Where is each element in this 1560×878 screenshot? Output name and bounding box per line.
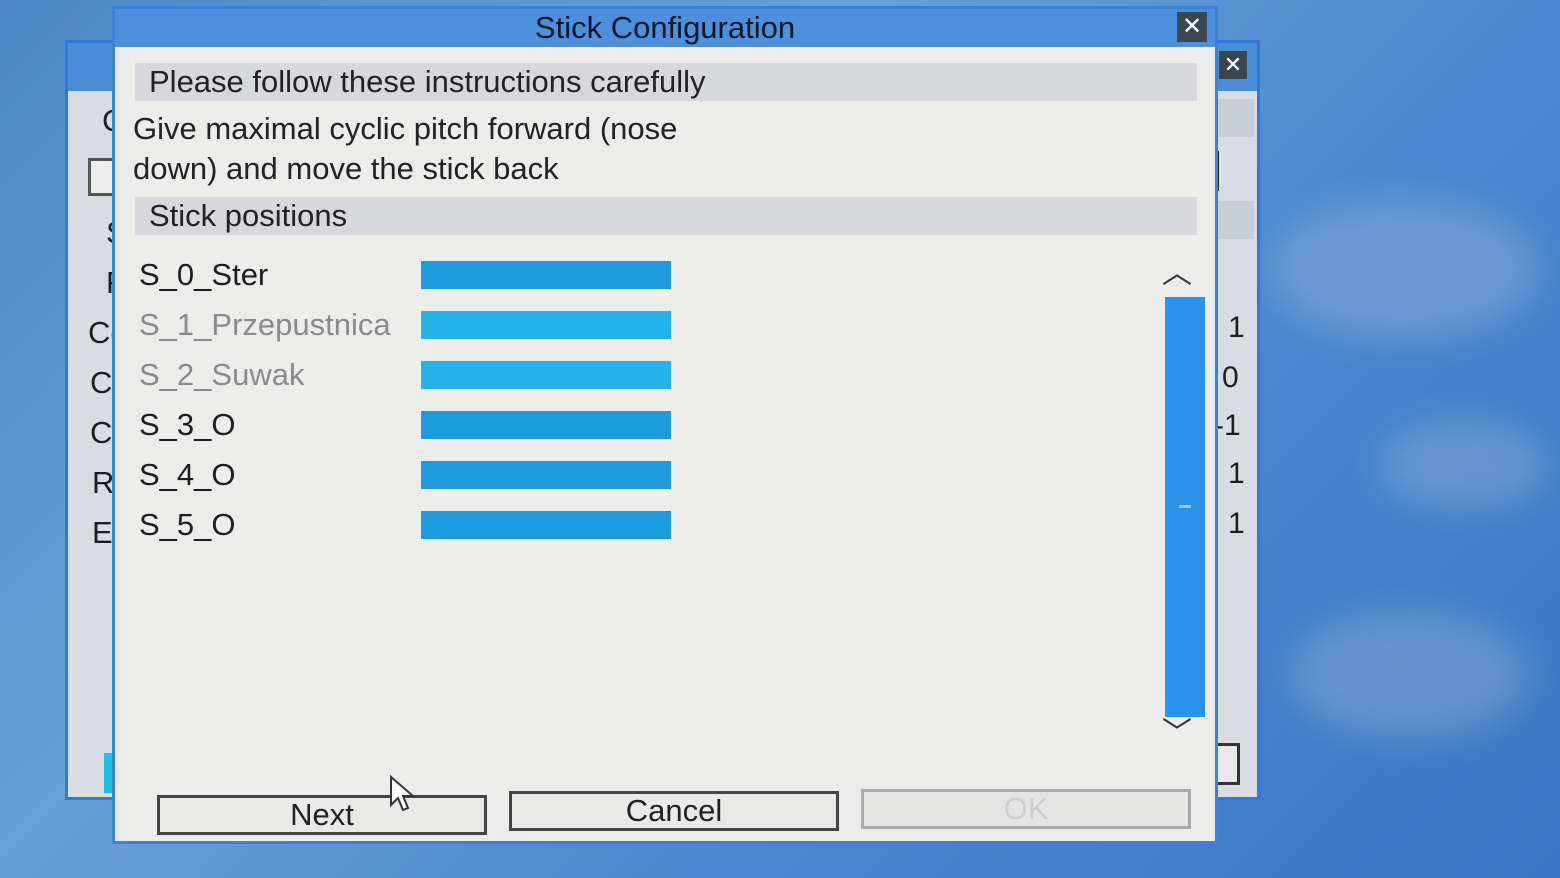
stick-row: S_4_O <box>139 455 739 495</box>
stick-label: S_4_O <box>139 457 236 492</box>
ok-button[interactable]: OK <box>861 789 1191 829</box>
stick-row: S_0_Ster <box>139 255 739 295</box>
stick-row: S_5_O <box>139 505 739 545</box>
stick-position-bar <box>421 311 671 339</box>
instructions-header: Please follow these instructions careful… <box>135 63 1197 101</box>
stick-position-bar <box>421 461 671 489</box>
next-button[interactable]: Next <box>157 795 487 835</box>
stick-label: S_5_O <box>139 507 236 542</box>
stick-positions-header: Stick positions <box>135 197 1197 235</box>
stick-position-bar <box>421 261 671 289</box>
dialog-titlebar: Stick Configuration ✕ <box>115 9 1215 47</box>
stick-label: S_0_Ster <box>139 257 269 292</box>
chevron-up-icon[interactable]: ︿ <box>1157 259 1197 289</box>
stick-label: S_3_O <box>139 407 236 442</box>
instruction-line: Give maximal cyclic pitch forward (nose <box>133 111 678 146</box>
desktop-cloud <box>1290 610 1530 740</box>
chevron-down-icon[interactable]: ﹀ <box>1157 719 1197 749</box>
mouse-cursor-icon <box>390 775 416 812</box>
close-icon[interactable]: ✕ <box>1219 51 1247 79</box>
cancel-button[interactable]: Cancel <box>509 791 839 831</box>
background-value: 1 <box>1228 311 1245 344</box>
close-icon[interactable]: ✕ <box>1177 12 1207 42</box>
stick-position-bar <box>421 411 671 439</box>
stick-configuration-dialog: Stick Configuration ✕ Please follow thes… <box>112 6 1218 844</box>
stick-label: S_1_Przepustnica <box>139 307 391 342</box>
instruction-line: down) and move the stick back <box>133 151 559 186</box>
background-value: 1 <box>1228 457 1245 490</box>
stick-row: S_1_Przepustnica <box>139 305 739 345</box>
background-value: 0 <box>1222 361 1239 394</box>
background-value: 1 <box>1228 507 1245 540</box>
desktop-cloud <box>1380 420 1550 510</box>
dialog-content: Please follow these instructions careful… <box>131 51 1211 841</box>
stick-position-bar <box>421 511 671 539</box>
desktop-cloud <box>1270 200 1540 340</box>
stick-row: S_3_O <box>139 405 739 445</box>
stick-row: S_2_Suwak <box>139 355 739 395</box>
background-value: -1 <box>1214 409 1241 442</box>
dialog-title: Stick Configuration <box>534 10 796 45</box>
instruction-text: Give maximal cyclic pitch forward (nose … <box>133 109 733 189</box>
scrollbar-grip[interactable] <box>1179 505 1191 508</box>
stick-position-bar <box>421 361 671 389</box>
stick-label: S_2_Suwak <box>139 357 305 392</box>
